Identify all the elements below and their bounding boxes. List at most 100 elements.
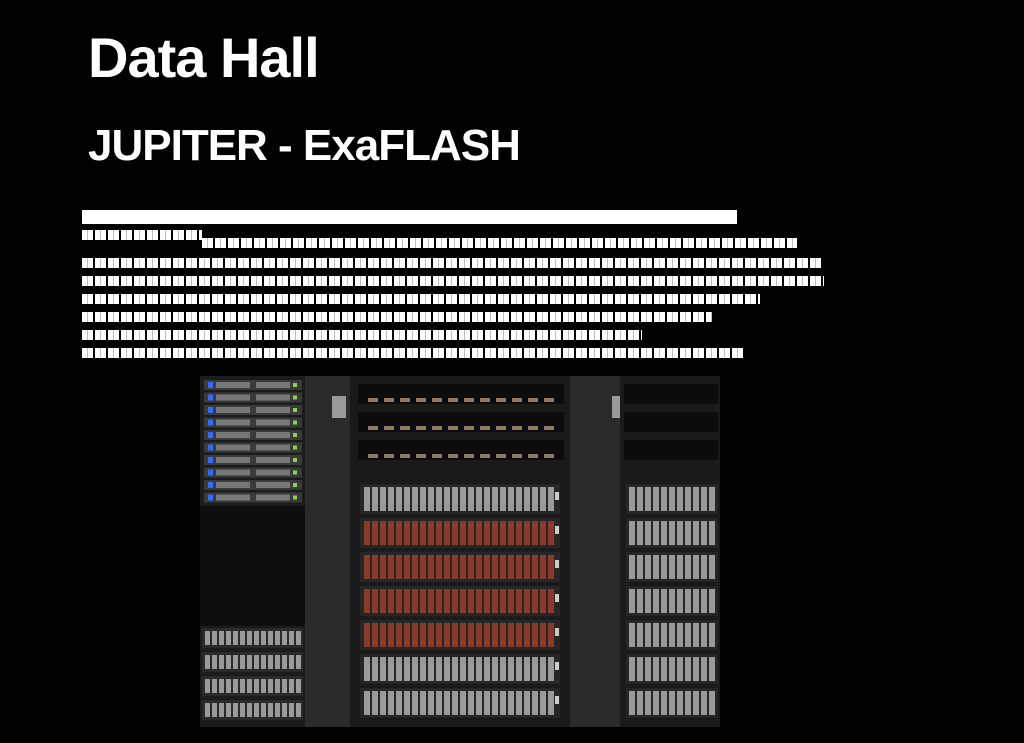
drive-bay xyxy=(254,703,259,717)
drive-bay xyxy=(476,623,482,647)
drive-bay xyxy=(452,691,458,715)
drive-bay xyxy=(412,487,418,511)
connector xyxy=(496,454,506,458)
drive-bay xyxy=(256,482,290,488)
drive-bay xyxy=(289,655,294,669)
drive-bay xyxy=(436,691,442,715)
storage-rack-photo xyxy=(200,376,720,727)
drive-bay xyxy=(380,521,386,545)
drive-bay xyxy=(452,521,458,545)
drive-bay xyxy=(216,394,250,401)
drive-bay xyxy=(261,631,266,645)
drive-bay xyxy=(372,691,378,715)
drive-bay xyxy=(637,657,643,681)
drive-shelf xyxy=(202,700,303,720)
drive-bay xyxy=(388,555,394,579)
drive-bay xyxy=(629,623,635,647)
drive-bay xyxy=(205,679,210,693)
slide-title: Data Hall xyxy=(88,26,320,89)
description-line xyxy=(82,210,737,224)
drive-bay xyxy=(484,589,490,613)
drive-bay xyxy=(460,521,466,545)
drive-bay xyxy=(669,589,675,613)
led-indicator xyxy=(293,495,297,500)
drive-bay xyxy=(693,589,699,613)
drive-bay xyxy=(500,555,506,579)
drive-bay xyxy=(396,623,402,647)
drive-bay xyxy=(693,691,699,715)
panel xyxy=(624,384,718,404)
drive-bay xyxy=(532,623,538,647)
drive-bay xyxy=(468,691,474,715)
drive-shelf xyxy=(202,676,303,696)
drive-bay xyxy=(219,631,224,645)
drive-bay xyxy=(364,521,370,545)
drive-bay xyxy=(452,657,458,681)
drive-bay xyxy=(468,487,474,511)
connector xyxy=(368,398,378,402)
drive-bay xyxy=(701,691,707,715)
led-indicator xyxy=(555,560,559,568)
drive-bay xyxy=(484,555,490,579)
drive-bay xyxy=(661,691,667,715)
drive-bay xyxy=(275,703,280,717)
led-indicator xyxy=(208,494,213,501)
drive-bay xyxy=(685,691,691,715)
led-indicator xyxy=(555,628,559,636)
drive-bay xyxy=(468,623,474,647)
led-indicator xyxy=(293,408,297,412)
drive-bay xyxy=(396,487,402,511)
drive-bay xyxy=(247,631,252,645)
drive-bay xyxy=(548,589,554,613)
drive-bay xyxy=(261,703,266,717)
drive-bay xyxy=(484,657,490,681)
drive-bay xyxy=(256,419,290,426)
drive-bay xyxy=(205,631,210,645)
drive-bay xyxy=(548,691,554,715)
drive-bay xyxy=(364,657,370,681)
drive-bay xyxy=(476,589,482,613)
drive-bay xyxy=(404,521,410,545)
drive-bay xyxy=(653,555,659,579)
drive-bay xyxy=(685,487,691,511)
drive-bay xyxy=(219,679,224,693)
connector xyxy=(448,426,458,430)
drive-bay xyxy=(452,589,458,613)
drive-bay xyxy=(396,657,402,681)
drive-bay xyxy=(428,589,434,613)
drive-bay xyxy=(216,419,250,426)
drive-bay xyxy=(404,487,410,511)
drive-bay xyxy=(677,657,683,681)
drive-bay xyxy=(516,623,522,647)
drive-bay xyxy=(516,589,522,613)
drive-bay xyxy=(677,555,683,579)
drive-bay xyxy=(685,589,691,613)
drive-bay xyxy=(404,555,410,579)
drive-bay xyxy=(701,657,707,681)
drive-bay xyxy=(282,679,287,693)
drive-bay xyxy=(233,703,238,717)
drive-bay xyxy=(428,623,434,647)
drive-bay xyxy=(289,703,294,717)
drive-bay xyxy=(500,589,506,613)
drive-bay xyxy=(645,657,651,681)
drive-bay xyxy=(532,487,538,511)
drive-bay xyxy=(492,589,498,613)
led-indicator xyxy=(208,407,213,413)
drive-bay xyxy=(645,589,651,613)
drive-bay xyxy=(404,657,410,681)
drive-bay xyxy=(468,521,474,545)
drive-bay xyxy=(428,691,434,715)
connector xyxy=(416,398,426,402)
drive-bay xyxy=(226,631,231,645)
connector xyxy=(464,398,474,402)
drive-bay xyxy=(256,469,290,476)
drive-bay xyxy=(240,655,245,669)
drive-bay xyxy=(282,655,287,669)
drive-bay xyxy=(500,657,506,681)
drive-bay xyxy=(388,691,394,715)
drive-bay xyxy=(380,589,386,613)
drive-bay xyxy=(256,407,290,413)
drive-bay xyxy=(701,521,707,545)
drive-bay xyxy=(261,679,266,693)
